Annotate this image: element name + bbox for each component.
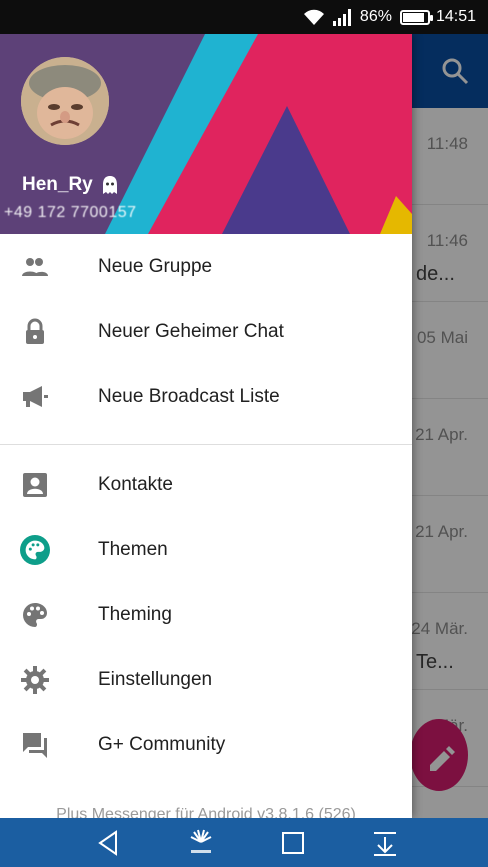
palette-icon — [20, 600, 50, 630]
menu-divider — [0, 444, 412, 445]
menu-item-label: Neue Gruppe — [98, 255, 213, 277]
menu-item-label: Neuer Geheimer Chat — [98, 320, 284, 342]
drawer-header: Hen_Ry +49 172 7700157 — [0, 34, 412, 234]
menu-item-label: Themen — [98, 538, 168, 560]
menu-item-kontakte[interactable]: Kontakte — [0, 452, 412, 517]
back-icon[interactable] — [94, 828, 124, 858]
battery-icon — [399, 9, 433, 25]
menu-item-label: Theming — [98, 603, 172, 625]
huawei-logo-icon — [190, 829, 212, 853]
menu-item-einstellungen[interactable]: Einstellungen — [0, 647, 412, 712]
version-label: Plus Messenger für Android v3.8.1.6 (526… — [56, 806, 356, 818]
menu-item-neuer-geheimer-chat[interactable]: Neuer Geheimer Chat — [0, 299, 412, 364]
menu-item-neue-broadcast-liste[interactable]: Neue Broadcast Liste — [0, 364, 412, 429]
ghost-icon — [102, 176, 117, 194]
avatar[interactable] — [21, 57, 109, 145]
wifi-icon — [303, 9, 324, 25]
menu-item-label: G+ Community — [98, 733, 226, 755]
recent-apps-icon[interactable] — [278, 828, 308, 858]
navigation-drawer: Hen_Ry +49 172 7700157 Neue Gruppe Neuer … — [0, 34, 412, 818]
megaphone-icon — [20, 382, 50, 412]
menu-item-g-community[interactable]: G+ Community — [0, 712, 412, 777]
status-bar: 86% 14:51 — [0, 0, 488, 34]
menu-item-label: Neue Broadcast Liste — [98, 385, 280, 407]
menu-item-label: Kontakte — [98, 473, 173, 495]
clock: 14:51 — [435, 8, 476, 25]
menu-item-label: Einstellungen — [98, 668, 213, 690]
community-icon — [20, 730, 50, 760]
phone-number: +49 172 7700157 — [4, 204, 137, 221]
menu-item-neue-gruppe[interactable]: Neue Gruppe — [0, 234, 412, 299]
battery-percent: 86% — [359, 8, 392, 25]
signal-icon — [332, 9, 351, 26]
group-icon — [20, 252, 50, 282]
contact-icon — [20, 470, 50, 500]
lock-icon — [20, 317, 50, 347]
menu-item-themen[interactable]: Themen — [0, 517, 412, 582]
menu-item-theming[interactable]: Theming — [0, 582, 412, 647]
notifications-pulldown-icon[interactable] — [370, 828, 400, 858]
themes-icon — [20, 534, 50, 565]
username: Hen_Ry — [22, 174, 93, 195]
system-navigation-bar — [0, 818, 488, 867]
settings-icon — [20, 665, 50, 695]
